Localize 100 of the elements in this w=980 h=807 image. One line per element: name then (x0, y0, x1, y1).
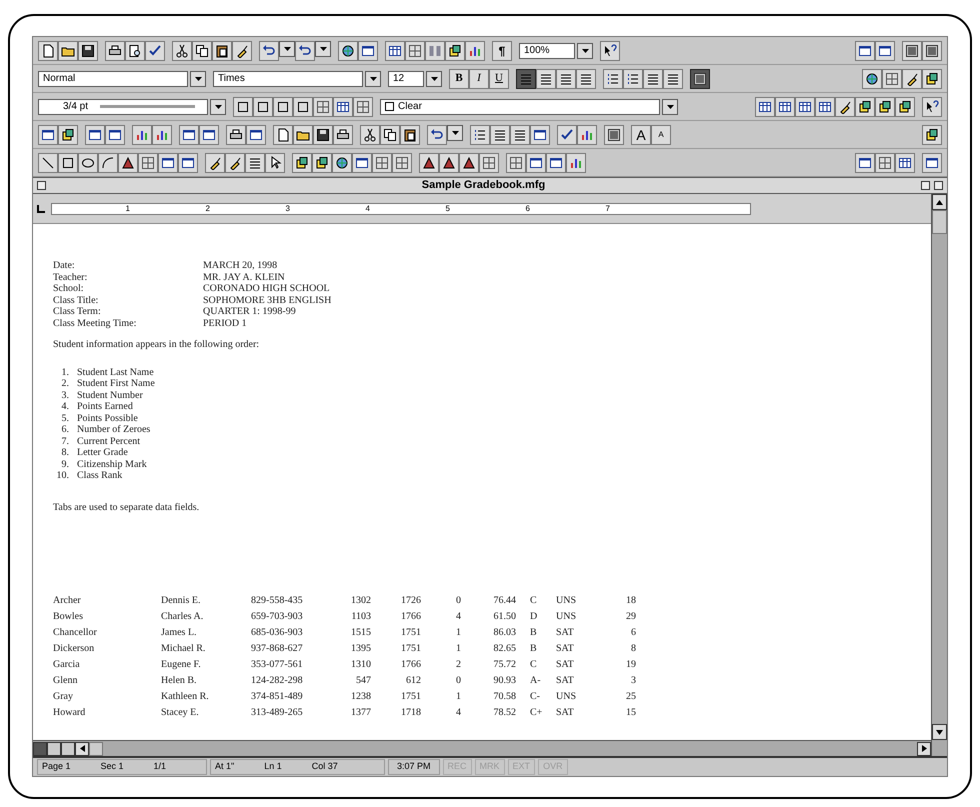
pilcrow-button[interactable]: ¶ (492, 40, 512, 60)
toolbar-button[interactable] (358, 40, 378, 60)
view-button[interactable] (47, 742, 61, 756)
toolbar-button[interactable] (172, 40, 192, 60)
scroll-left-button[interactable] (75, 742, 89, 756)
toolbar-button[interactable] (862, 68, 882, 88)
toolbar-button[interactable] (212, 40, 232, 60)
toolbar-button[interactable] (78, 40, 98, 60)
toolbar-button[interactable] (855, 152, 875, 172)
dropdown-button[interactable] (577, 42, 593, 58)
toolbar-button[interactable] (439, 152, 459, 172)
font-size-field[interactable]: 12 (388, 70, 424, 86)
toolbar-button[interactable] (125, 40, 145, 60)
format-button[interactable]: I (469, 68, 489, 88)
toolbar-button[interactable] (557, 124, 577, 144)
toolbar-button[interactable] (855, 96, 875, 116)
toolbar-button[interactable] (643, 68, 663, 88)
toolbar-button[interactable] (295, 40, 315, 60)
toolbar-button[interactable] (78, 152, 98, 172)
toolbar-button[interactable] (566, 152, 586, 172)
toolbar-button[interactable] (118, 152, 138, 172)
toolbar-button[interactable] (105, 124, 125, 144)
toolbar-button[interactable] (232, 40, 252, 60)
toolbar-button[interactable] (536, 68, 556, 88)
toolbar-button[interactable] (600, 40, 620, 60)
toolbar-button[interactable] (922, 96, 942, 116)
toolbar-button[interactable] (233, 96, 253, 116)
toolbar-button[interactable] (226, 124, 246, 144)
toolbar-button[interactable] (775, 96, 795, 116)
font-size-button[interactable]: A (651, 124, 671, 144)
toolbar-button[interactable] (875, 40, 895, 60)
toolbar-button[interactable] (902, 68, 922, 88)
toolbar-button[interactable] (292, 152, 312, 172)
toolbar-button[interactable] (546, 152, 566, 172)
toolbar-button[interactable] (895, 152, 915, 172)
view-button[interactable] (33, 742, 47, 756)
toolbar-button[interactable] (85, 124, 105, 144)
toolbar-button[interactable] (459, 152, 479, 172)
zoom-box[interactable] (921, 181, 930, 190)
scroll-right-button[interactable] (917, 742, 931, 756)
toolbar-button[interactable] (273, 96, 293, 116)
toolbar-button[interactable] (245, 152, 265, 172)
toolbar-button[interactable] (895, 96, 915, 116)
toolbar-button[interactable] (835, 96, 855, 116)
toolbar-button[interactable] (273, 124, 293, 144)
format-button[interactable]: B (449, 68, 469, 88)
toolbar-button[interactable] (253, 96, 273, 116)
toolbar-button[interactable] (577, 124, 597, 144)
toolbar-button[interactable] (427, 124, 447, 144)
toolbar-button[interactable] (58, 152, 78, 172)
font-field[interactable]: Times (213, 70, 363, 86)
toolbar-button[interactable] (199, 124, 219, 144)
toolbar-button[interactable] (922, 68, 942, 88)
toolbar-button[interactable] (178, 152, 198, 172)
toolbar-button[interactable] (526, 152, 546, 172)
toolbar-button[interactable] (105, 40, 125, 60)
dropdown-button[interactable] (279, 40, 295, 56)
toolbar-button[interactable] (604, 124, 624, 144)
view-button[interactable] (61, 742, 75, 756)
toolbar-button[interactable] (922, 124, 942, 144)
dropdown-button[interactable] (426, 70, 442, 86)
toolbar-button[interactable] (385, 40, 405, 60)
toolbar-button[interactable] (265, 152, 285, 172)
toolbar-button[interactable] (556, 68, 576, 88)
toolbar-button[interactable] (338, 40, 358, 60)
toolbar-button[interactable] (795, 96, 815, 116)
toolbar-button[interactable] (380, 124, 400, 144)
dropdown-button[interactable] (662, 98, 678, 114)
format-button[interactable]: U (489, 68, 509, 88)
toolbar-button[interactable] (400, 124, 420, 144)
toolbar-button[interactable] (192, 40, 212, 60)
toolbar-button[interactable] (152, 124, 172, 144)
toolbar-button[interactable] (470, 124, 490, 144)
toolbar-button[interactable] (510, 124, 530, 144)
toolbar-button[interactable] (312, 152, 332, 172)
scroll-up-button[interactable] (932, 194, 947, 210)
collapse-box[interactable] (934, 181, 943, 190)
font-size-button[interactable]: A (631, 124, 651, 144)
toolbar-button[interactable] (576, 68, 596, 88)
toolbar-button[interactable] (875, 96, 895, 116)
toolbar-button[interactable] (465, 40, 485, 60)
toolbar-button[interactable] (132, 124, 152, 144)
toolbar-button[interactable] (755, 96, 775, 116)
toolbar-button[interactable] (352, 152, 372, 172)
toolbar-button[interactable] (293, 96, 313, 116)
tab-stop-icon[interactable] (37, 204, 45, 212)
toolbar-button[interactable] (490, 124, 510, 144)
dropdown-button[interactable] (315, 40, 331, 56)
toolbar-button[interactable] (38, 152, 58, 172)
scroll-thumb[interactable] (89, 742, 103, 756)
toolbar-button[interactable] (419, 152, 439, 172)
toolbar-button[interactable] (38, 124, 58, 144)
toolbar-button[interactable] (360, 124, 380, 144)
toolbar-button[interactable] (313, 124, 333, 144)
toolbar-button[interactable] (855, 40, 875, 60)
toolbar-button[interactable] (259, 40, 279, 60)
toolbar-button[interactable] (58, 124, 78, 144)
dropdown-button[interactable] (365, 70, 381, 86)
toolbar-button[interactable] (58, 40, 78, 60)
toolbar-button[interactable] (902, 40, 922, 60)
